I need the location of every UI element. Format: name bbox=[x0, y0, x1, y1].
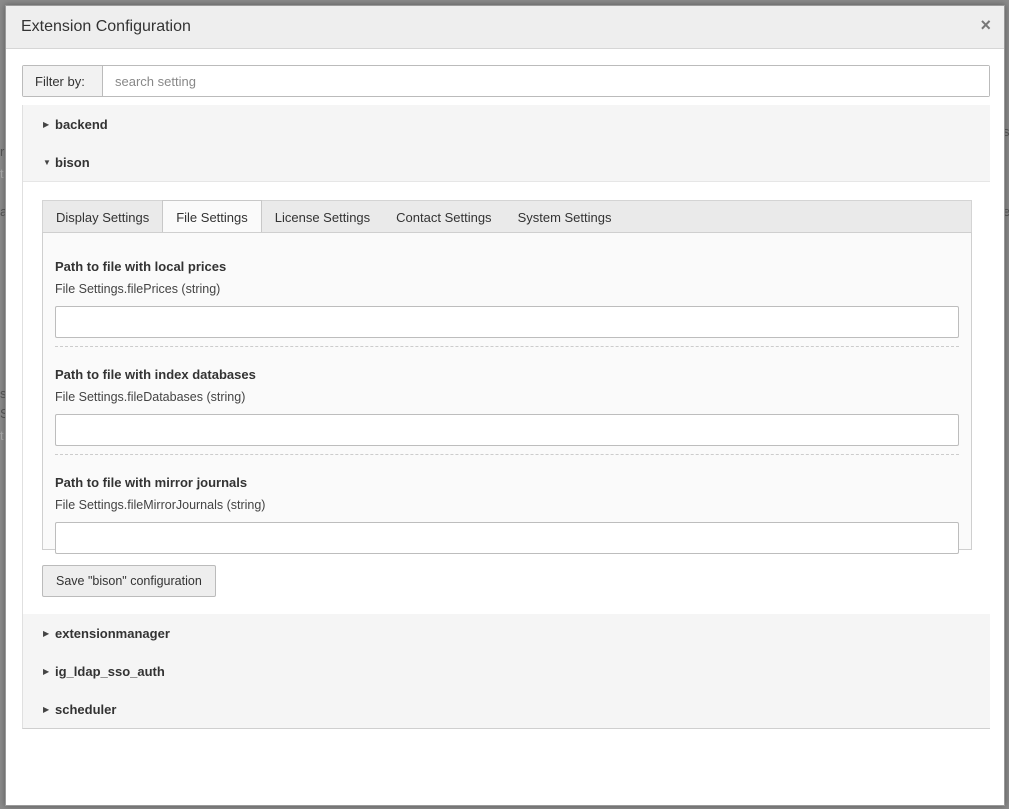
field-description: File Settings.fileMirrorJournals (string… bbox=[55, 498, 266, 512]
field-title: Path to file with mirror journals bbox=[55, 475, 248, 490]
panel-header-bison[interactable]: ▼ bison bbox=[23, 143, 990, 181]
modal-header: Extension Configuration × bbox=[6, 6, 1004, 49]
background-text-fragment: t bbox=[0, 428, 4, 443]
tab-contact-settings[interactable]: Contact Settings bbox=[383, 201, 504, 233]
setting-field: Path to file with index databases File S… bbox=[55, 347, 959, 455]
extension-configuration-modal: Extension Configuration × Filter by: ▶ b… bbox=[5, 5, 1005, 806]
filter-label: Filter by: bbox=[23, 66, 103, 96]
field-title: Path to file with index databases bbox=[55, 367, 256, 382]
panel-title: scheduler bbox=[55, 701, 117, 717]
field-title: Path to file with local prices bbox=[55, 259, 227, 274]
tab-display-settings[interactable]: Display Settings bbox=[43, 201, 162, 233]
caret-right-icon: ▶ bbox=[43, 628, 50, 638]
panel-header-ig-ldap-sso-auth[interactable]: ▶ ig_ldap_sso_auth bbox=[23, 652, 990, 690]
panel-title: backend bbox=[55, 116, 108, 132]
caret-right-icon: ▶ bbox=[43, 119, 50, 129]
background-text-fragment: t bbox=[0, 166, 4, 181]
panel-header-scheduler[interactable]: ▶ scheduler bbox=[23, 690, 990, 728]
filter-bar: Filter by: bbox=[22, 65, 990, 97]
field-description: File Settings.fileDatabases (string) bbox=[55, 390, 246, 404]
background-text-fragment: r bbox=[0, 144, 5, 159]
extension-panel-list: ▶ backend ▼ bison Display Settings File … bbox=[22, 105, 990, 729]
panel-title: ig_ldap_sso_auth bbox=[55, 663, 165, 679]
tab-file-settings[interactable]: File Settings bbox=[162, 200, 262, 234]
file-prices-input[interactable] bbox=[55, 306, 959, 338]
tab-system-settings[interactable]: System Settings bbox=[505, 201, 625, 233]
caret-right-icon: ▶ bbox=[43, 704, 50, 714]
panel-body-bison: Display Settings File Settings License S… bbox=[23, 181, 990, 614]
panel-title: bison bbox=[55, 154, 90, 170]
setting-field: Path to file with mirror journals File S… bbox=[55, 455, 959, 554]
close-icon[interactable]: × bbox=[980, 15, 991, 36]
settings-tabs: Display Settings File Settings License S… bbox=[42, 200, 972, 234]
save-configuration-button[interactable]: Save "bison" configuration bbox=[42, 565, 216, 597]
panel-header-extensionmanager[interactable]: ▶ extensionmanager bbox=[23, 614, 990, 652]
file-databases-input[interactable] bbox=[55, 414, 959, 446]
panel-title: extensionmanager bbox=[55, 625, 170, 641]
tab-license-settings[interactable]: License Settings bbox=[262, 201, 383, 233]
panel-header-backend[interactable]: ▶ backend bbox=[23, 105, 990, 143]
file-mirror-journals-input[interactable] bbox=[55, 522, 959, 554]
setting-field: Path to file with local prices File Sett… bbox=[55, 233, 959, 347]
modal-title: Extension Configuration bbox=[21, 18, 191, 35]
field-description: File Settings.filePrices (string) bbox=[55, 282, 221, 296]
caret-down-icon: ▼ bbox=[43, 157, 51, 167]
caret-right-icon: ▶ bbox=[43, 666, 50, 676]
search-input[interactable] bbox=[103, 66, 989, 96]
tab-content-file-settings: Path to file with local prices File Sett… bbox=[42, 232, 972, 554]
